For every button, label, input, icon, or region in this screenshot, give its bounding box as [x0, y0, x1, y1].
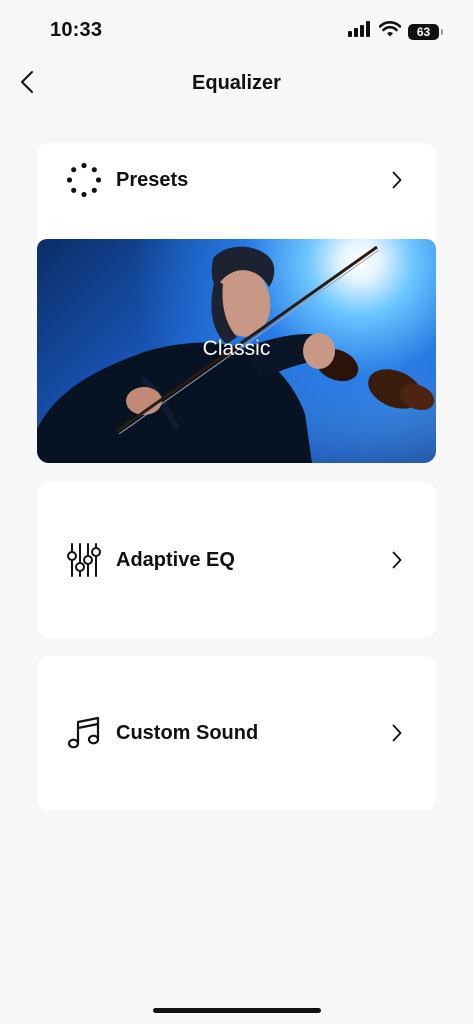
sliders-icon [66, 542, 102, 578]
status-icons: 63 [348, 21, 443, 42]
status-time: 10:33 [50, 19, 103, 41]
battery-indicator: 63 [408, 23, 443, 40]
adaptive-eq-row[interactable]: Adaptive EQ [37, 523, 436, 597]
home-indicator[interactable] [153, 1008, 321, 1013]
chevron-right-icon [390, 722, 404, 744]
music-note-icon [66, 715, 102, 751]
page-title: Equalizer [192, 72, 281, 94]
dotted-circle-icon [66, 162, 102, 198]
chevron-right-icon [390, 169, 404, 191]
adaptive-eq-card[interactable]: Adaptive EQ [37, 482, 436, 638]
custom-sound-card[interactable]: Custom Sound [37, 656, 436, 811]
presets-card: Presets Classic [37, 143, 436, 463]
preset-name: Classic [202, 337, 271, 360]
presets-row[interactable]: Presets [37, 143, 436, 217]
cellular-signal-icon [348, 21, 372, 42]
presets-label: Presets [116, 168, 189, 191]
wifi-icon [378, 21, 402, 42]
adaptive-eq-label: Adaptive EQ [116, 548, 235, 571]
preset-image-classic[interactable]: Classic [37, 239, 436, 463]
chevron-right-icon [390, 549, 404, 571]
custom-sound-row[interactable]: Custom Sound [37, 696, 436, 770]
custom-sound-label: Custom Sound [116, 721, 259, 744]
